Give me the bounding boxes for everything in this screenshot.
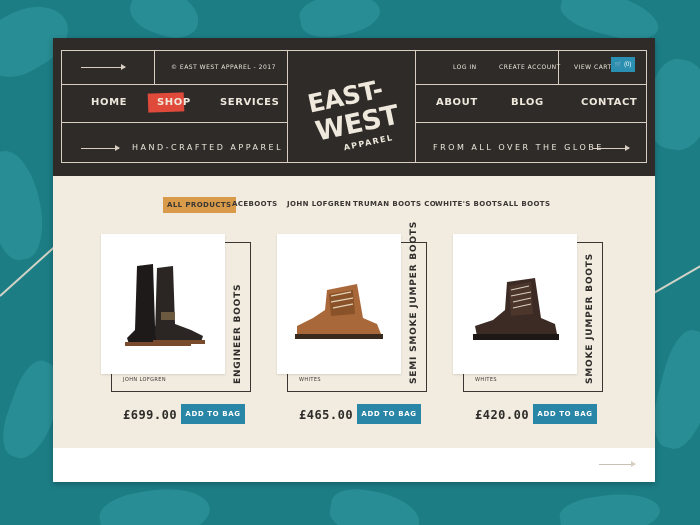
cart-count: (0): [624, 61, 632, 68]
background-brush-stroke: [326, 484, 424, 525]
product-price: £420.00: [475, 408, 530, 422]
header-divider: [415, 50, 416, 162]
category-filter-bar: ALL PRODUCTS ACEBOOTS JOHN LOFGREN TRUMA…: [53, 196, 655, 213]
header-divider: [415, 84, 647, 85]
arrow-icon: [599, 461, 636, 467]
header-divider: [646, 50, 647, 162]
product-brand: WHITES: [475, 377, 497, 383]
view-cart-link[interactable]: VIEW CART: [574, 64, 612, 71]
header-divider: [154, 50, 155, 84]
footer-strip: [53, 448, 655, 482]
arrow-icon: [81, 64, 126, 70]
add-to-bag-button[interactable]: ADD TO BAG: [533, 404, 597, 424]
login-link[interactable]: LOG IN: [453, 64, 477, 71]
add-to-bag-button[interactable]: ADD TO BAG: [181, 404, 245, 424]
filter-john-lofgren[interactable]: JOHN LOFGREN: [283, 196, 355, 212]
product-title: SEMI SMOKE JUMPER BOOTS: [409, 220, 419, 384]
filter-all-boots[interactable]: ALL BOOTS: [499, 196, 554, 212]
product-image[interactable]: [101, 234, 225, 374]
boot-image: [295, 284, 383, 339]
filter-truman-boots-co[interactable]: TRUMAN BOOTS CO: [349, 196, 440, 212]
product-title: ENGINEER BOOTS: [233, 283, 243, 384]
site-header: © EAST WEST APPAREL - 2017 LOG IN CREATE…: [53, 38, 655, 176]
nav-services[interactable]: SERVICES: [220, 97, 279, 108]
background-brush-stroke: [557, 488, 663, 525]
tagline-left: HAND-CRAFTED APPAREL: [132, 143, 284, 152]
boot-image: [125, 264, 205, 346]
nav-home[interactable]: HOME: [91, 97, 127, 108]
cart-button[interactable]: 🛒 (0): [611, 57, 635, 72]
arrow-icon: [81, 145, 120, 151]
header-divider: [415, 122, 647, 123]
boot-image: [473, 278, 559, 340]
filter-whites-boots[interactable]: WHITE'S BOOTS: [431, 196, 507, 212]
copyright-text: © EAST WEST APPAREL - 2017: [171, 64, 276, 71]
background-brush-stroke: [96, 480, 214, 525]
tagline-right: FROM ALL OVER THE GLOBE: [433, 143, 604, 152]
arrow-icon: [593, 145, 630, 151]
header-divider: [61, 50, 647, 51]
product-brand: WHITES: [299, 377, 321, 383]
nav-contact[interactable]: CONTACT: [581, 97, 637, 108]
product-title: SMOKE JUMPER BOOTS: [585, 253, 595, 384]
website-frame: © EAST WEST APPAREL - 2017 LOG IN CREATE…: [53, 38, 655, 482]
create-account-link[interactable]: CREATE ACCOUNT: [499, 64, 561, 71]
nav-blog[interactable]: BLOG: [511, 97, 544, 108]
header-divider: [287, 50, 288, 162]
east-west-logo[interactable]: EAST- WEST APPAREL: [293, 62, 411, 166]
header-divider: [61, 50, 62, 162]
product-image[interactable]: [453, 234, 577, 374]
filter-all-products[interactable]: ALL PRODUCTS: [163, 197, 236, 213]
nav-about[interactable]: ABOUT: [436, 97, 478, 108]
header-divider: [61, 122, 287, 123]
background-brush-stroke: [297, 0, 383, 42]
filter-aceboots[interactable]: ACEBOOTS: [228, 196, 282, 212]
cart-icon: 🛒: [614, 62, 623, 68]
product-price: £699.00: [123, 408, 178, 422]
nav-shop[interactable]: SHOP: [157, 97, 191, 108]
product-brand: JOHN LOFGREN: [123, 377, 166, 383]
header-divider: [61, 84, 287, 85]
add-to-bag-button[interactable]: ADD TO BAG: [357, 404, 421, 424]
background-brush-stroke: [0, 146, 50, 264]
product-price: £465.00: [299, 408, 354, 422]
product-image[interactable]: [277, 234, 401, 374]
